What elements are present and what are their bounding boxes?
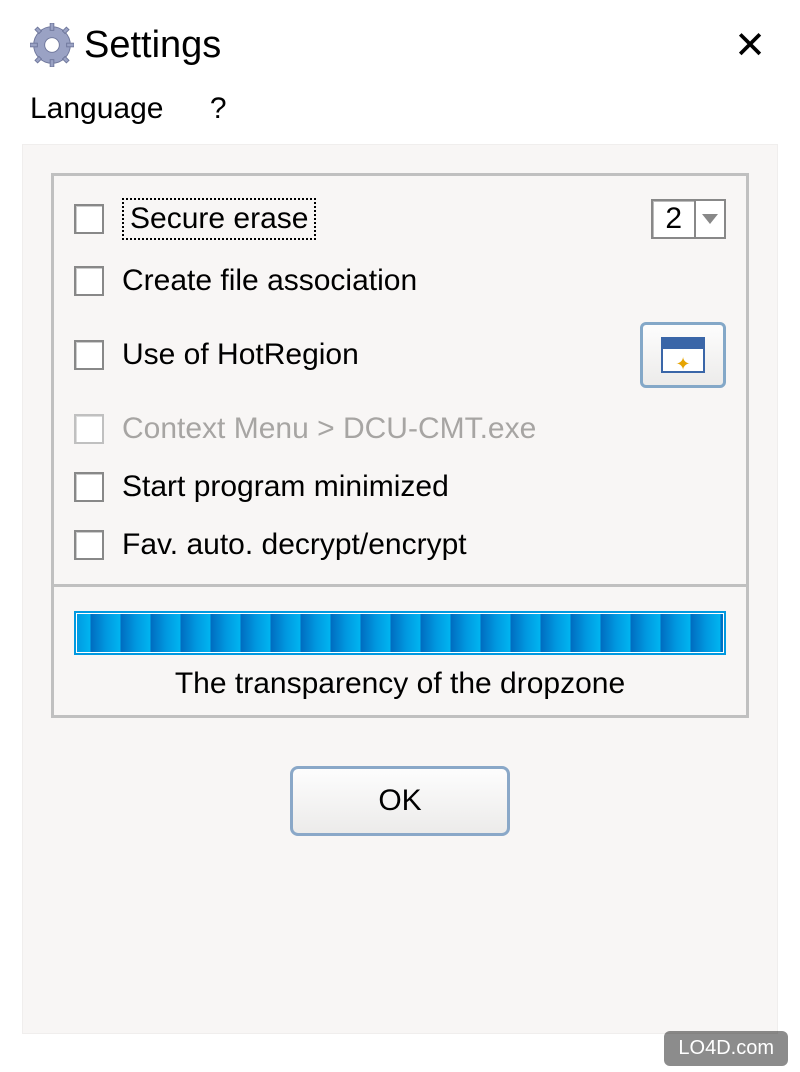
hotregion-icon: ✦ xyxy=(661,337,705,373)
hotregion-button[interactable]: ✦ xyxy=(640,322,726,388)
create-assoc-label: Create file association xyxy=(122,264,417,298)
fav-crypt-checkbox[interactable] xyxy=(74,530,104,560)
fav-crypt-label: Fav. auto. decrypt/encrypt xyxy=(122,528,467,562)
option-start-min-row: Start program minimized xyxy=(74,470,726,504)
transparency-caption: The transparency of the dropzone xyxy=(74,667,726,701)
gear-icon xyxy=(30,23,74,67)
start-min-checkbox[interactable] xyxy=(74,472,104,502)
bottom-area: OK xyxy=(23,766,777,836)
hotregion-label: Use of HotRegion xyxy=(122,338,359,372)
titlebar: Settings ✕ xyxy=(0,0,800,80)
menubar: Language ? xyxy=(0,80,800,136)
ok-label: OK xyxy=(378,784,421,818)
content-panel: Secure erase 2 Create file association U… xyxy=(22,144,778,1034)
option-fav-crypt-row: Fav. auto. decrypt/encrypt xyxy=(74,528,726,562)
options-group: Secure erase 2 Create file association U… xyxy=(51,173,749,587)
option-context-menu-row: Context Menu > DCU-CMT.exe xyxy=(74,412,726,446)
secure-erase-checkbox[interactable] xyxy=(74,204,104,234)
transparency-group: The transparency of the dropzone xyxy=(51,587,749,718)
window-title: Settings xyxy=(84,24,730,67)
close-button[interactable]: ✕ xyxy=(730,23,770,68)
ok-button[interactable]: OK xyxy=(290,766,510,836)
create-assoc-checkbox[interactable] xyxy=(74,266,104,296)
menu-language[interactable]: Language xyxy=(30,92,163,125)
context-menu-label: Context Menu > DCU-CMT.exe xyxy=(122,412,536,446)
hotregion-checkbox[interactable] xyxy=(74,340,104,370)
secure-erase-dropdown[interactable]: 2 xyxy=(651,199,726,239)
secure-erase-label: Secure erase xyxy=(122,198,316,240)
secure-erase-value: 2 xyxy=(653,202,694,236)
start-min-label: Start program minimized xyxy=(122,470,449,504)
menu-help[interactable]: ? xyxy=(210,92,227,125)
option-create-assoc-row: Create file association xyxy=(74,264,726,298)
context-menu-checkbox xyxy=(74,414,104,444)
transparency-slider[interactable] xyxy=(74,611,726,655)
chevron-down-icon xyxy=(694,201,724,237)
watermark: LO4D.com xyxy=(664,1031,788,1066)
option-hotregion-row: Use of HotRegion ✦ xyxy=(74,322,726,388)
option-secure-erase-row: Secure erase 2 xyxy=(74,198,726,240)
